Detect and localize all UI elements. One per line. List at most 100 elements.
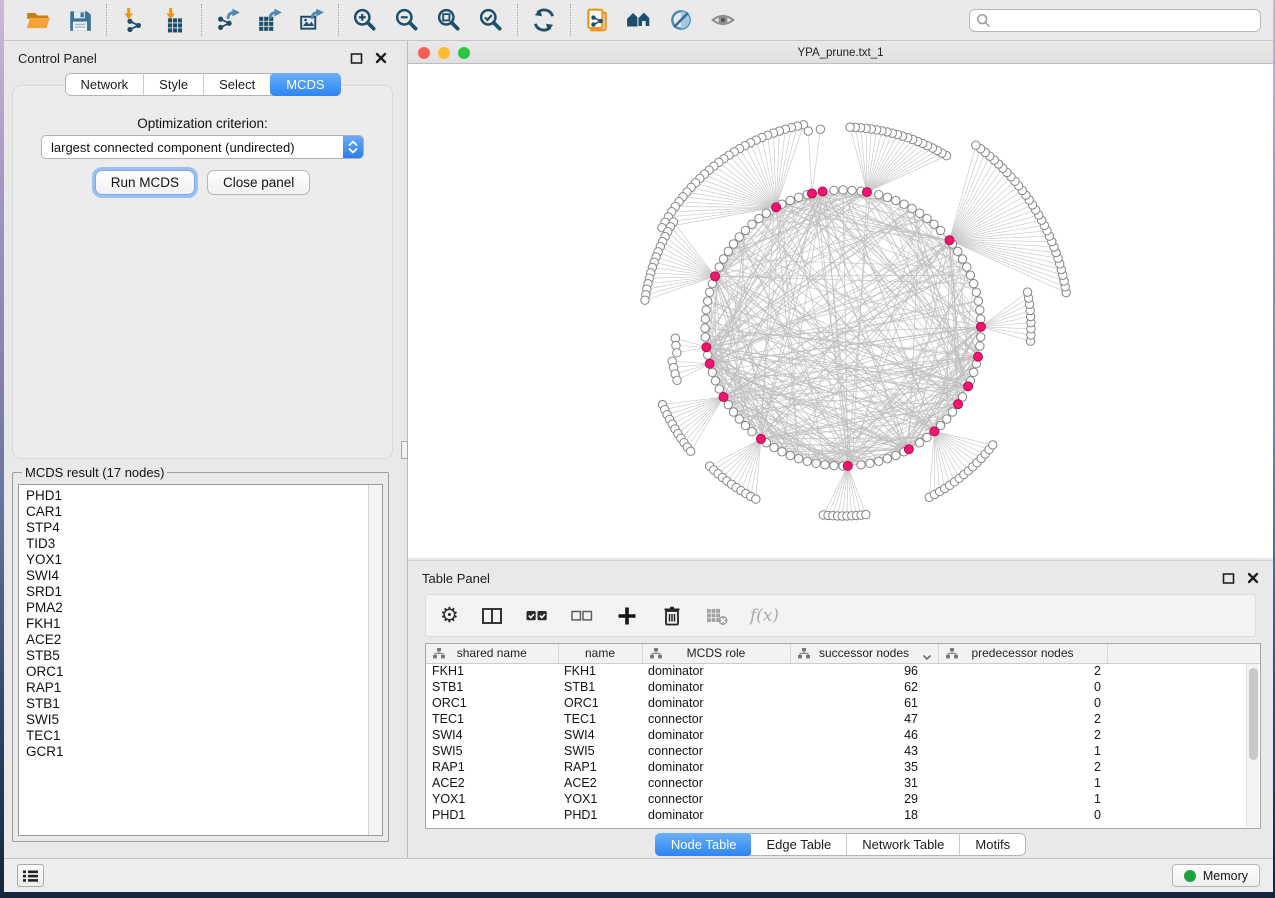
cell-name[interactable]: SWI4: [558, 727, 642, 743]
cell-shared-name[interactable]: SWI5: [426, 743, 558, 759]
select-all-button[interactable]: [525, 601, 549, 631]
cell-predecessor-nodes[interactable]: 2: [938, 759, 1107, 775]
tab-select[interactable]: Select: [204, 74, 271, 95]
export-image-button[interactable]: [297, 5, 327, 35]
hide-graphics-details-button[interactable]: [708, 5, 738, 35]
memory-button[interactable]: Memory: [1172, 864, 1260, 887]
cell-predecessor-nodes[interactable]: 0: [938, 679, 1107, 695]
cell-name[interactable]: STB1: [558, 679, 642, 695]
task-history-button[interactable]: [17, 864, 44, 887]
table-row[interactable]: ORC1ORC1dominator610: [426, 695, 1260, 711]
delete-table-button[interactable]: [705, 601, 729, 631]
cell-predecessor-nodes[interactable]: 2: [938, 711, 1107, 727]
cell-name[interactable]: TEC1: [558, 711, 642, 727]
table-tab-network-table[interactable]: Network Table: [847, 834, 960, 855]
cell-mcds-role[interactable]: dominator: [642, 695, 790, 711]
export-network-button[interactable]: [213, 5, 243, 35]
zoom-out-button[interactable]: [392, 5, 422, 35]
cell-successor-nodes[interactable]: 43: [790, 743, 938, 759]
cell-successor-nodes[interactable]: 47: [790, 711, 938, 727]
cell-mcds-role[interactable]: dominator: [642, 807, 790, 823]
home-overview-button[interactable]: [624, 5, 654, 35]
column-header-shared-name[interactable]: shared name: [426, 644, 558, 663]
mcds-result-item[interactable]: FKH1: [26, 616, 368, 632]
cell-mcds-role[interactable]: connector: [642, 743, 790, 759]
column-header-predecessor-nodes[interactable]: predecessor nodes: [938, 644, 1107, 663]
cell-shared-name[interactable]: PHD1: [426, 807, 558, 823]
mcds-list-scrollbar[interactable]: [368, 485, 382, 835]
column-header-MCDS-role[interactable]: MCDS role: [642, 644, 790, 663]
cell-predecessor-nodes[interactable]: 1: [938, 775, 1107, 791]
search-field[interactable]: [969, 9, 1261, 32]
cell-predecessor-nodes[interactable]: 2: [938, 663, 1107, 679]
table-row[interactable]: STB1STB1dominator620: [426, 679, 1260, 695]
cell-name[interactable]: FKH1: [558, 663, 642, 679]
cell-shared-name[interactable]: ORC1: [426, 695, 558, 711]
add-column-button[interactable]: [615, 601, 639, 631]
table-settings-button[interactable]: ⚙: [440, 601, 459, 631]
mcds-result-item[interactable]: CAR1: [26, 504, 368, 520]
cell-name[interactable]: SWI5: [558, 743, 642, 759]
show-graphics-details-button[interactable]: [666, 5, 696, 35]
mcds-result-item[interactable]: YOX1: [26, 552, 368, 568]
table-row[interactable]: TEC1TEC1connector472: [426, 711, 1260, 727]
delete-column-button[interactable]: [660, 601, 684, 631]
mcds-result-list[interactable]: PHD1CAR1STP4TID3YOX1SWI4SRD1PMA2FKH1ACE2…: [19, 485, 368, 835]
column-header-successor-nodes[interactable]: successor nodes: [790, 644, 938, 663]
table-scrollbar[interactable]: [1246, 664, 1259, 827]
table-row[interactable]: SWI5SWI5connector431: [426, 743, 1260, 759]
network-graph[interactable]: [408, 64, 1273, 558]
table-row[interactable]: SWI4SWI4dominator462: [426, 727, 1260, 743]
zoom-fit-button[interactable]: [434, 5, 464, 35]
cell-successor-nodes[interactable]: 46: [790, 727, 938, 743]
cell-shared-name[interactable]: TEC1: [426, 711, 558, 727]
mcds-result-item[interactable]: RAP1: [26, 680, 368, 696]
mcds-result-item[interactable]: STB5: [26, 648, 368, 664]
mcds-result-item[interactable]: PHD1: [26, 488, 368, 504]
table-tab-node-table[interactable]: Node Table: [655, 833, 753, 856]
cell-predecessor-nodes[interactable]: 2: [938, 727, 1107, 743]
mcds-result-item[interactable]: TEC1: [26, 728, 368, 744]
cell-successor-nodes[interactable]: 62: [790, 679, 938, 695]
cell-mcds-role[interactable]: dominator: [642, 679, 790, 695]
mcds-result-item[interactable]: TID3: [26, 536, 368, 552]
node-table[interactable]: shared namenameMCDS rolesuccessor nodesp…: [426, 644, 1260, 823]
cell-shared-name[interactable]: ACE2: [426, 775, 558, 791]
cell-predecessor-nodes[interactable]: 0: [938, 807, 1107, 823]
tab-mcds[interactable]: MCDS: [270, 73, 340, 96]
cell-mcds-role[interactable]: connector: [642, 775, 790, 791]
cell-mcds-role[interactable]: connector: [642, 711, 790, 727]
share-document-button[interactable]: [582, 5, 612, 35]
tab-style[interactable]: Style: [144, 74, 204, 95]
table-row[interactable]: ACE2ACE2connector311: [426, 775, 1260, 791]
table-tab-motifs[interactable]: Motifs: [960, 834, 1025, 855]
cell-predecessor-nodes[interactable]: 1: [938, 791, 1107, 807]
float-panel-icon[interactable]: [1222, 572, 1235, 585]
import-network-button[interactable]: [118, 5, 148, 35]
cell-shared-name[interactable]: RAP1: [426, 759, 558, 775]
mcds-result-item[interactable]: STB1: [26, 696, 368, 712]
cell-successor-nodes[interactable]: 31: [790, 775, 938, 791]
split-panel-button[interactable]: [480, 601, 504, 631]
mcds-result-item[interactable]: PMA2: [26, 600, 368, 616]
splitter-handle[interactable]: [401, 441, 408, 459]
cell-shared-name[interactable]: FKH1: [426, 663, 558, 679]
close-panel-icon[interactable]: [1247, 572, 1259, 584]
mcds-result-item[interactable]: SRD1: [26, 584, 368, 600]
cell-name[interactable]: PHD1: [558, 807, 642, 823]
cell-successor-nodes[interactable]: 18: [790, 807, 938, 823]
table-row[interactable]: PHD1PHD1dominator180: [426, 807, 1260, 823]
zoom-selected-button[interactable]: [476, 5, 506, 35]
cell-shared-name[interactable]: YOX1: [426, 791, 558, 807]
column-header-name[interactable]: name: [558, 644, 642, 663]
search-input[interactable]: [991, 13, 1254, 27]
cell-successor-nodes[interactable]: 35: [790, 759, 938, 775]
close-panel-button[interactable]: Close panel: [207, 170, 310, 195]
import-table-button[interactable]: [160, 5, 190, 35]
deselect-all-button[interactable]: [570, 601, 594, 631]
run-mcds-button[interactable]: Run MCDS: [95, 170, 195, 195]
close-panel-icon[interactable]: [375, 52, 387, 64]
export-table-button[interactable]: [255, 5, 285, 35]
cell-successor-nodes[interactable]: 61: [790, 695, 938, 711]
open-file-button[interactable]: [23, 5, 53, 35]
